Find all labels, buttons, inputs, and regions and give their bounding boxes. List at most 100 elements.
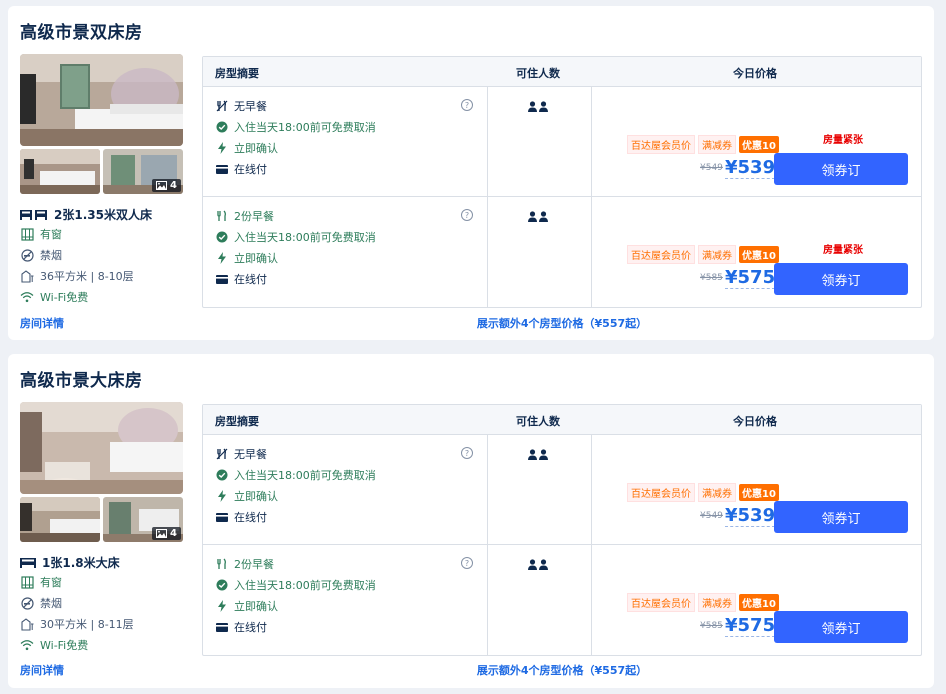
confirm-label: 立即确认 — [234, 252, 278, 265]
no-smoking-icon — [20, 248, 34, 262]
room-detail-link[interactable]: 房间详情 — [20, 662, 64, 678]
book-button[interactable]: 领券订 — [774, 501, 908, 533]
amenity-smoking: 禁烟 — [20, 595, 62, 611]
payment-type: 在线付 — [215, 509, 267, 525]
coupon-tag: 满减券 — [698, 135, 736, 154]
instant-confirm: 立即确认 — [215, 140, 278, 156]
original-price: ¥585 — [700, 273, 723, 283]
amenity-wifi: Wi-Fi免费 — [20, 289, 88, 305]
person-icon — [528, 449, 548, 460]
amenity-window: 有窗 — [20, 226, 62, 242]
cancel-policy: 入住当天18:00前可免费取消 — [215, 229, 376, 245]
book-button[interactable]: 领券订 — [774, 153, 908, 185]
rate-row: 2份早餐 入住当天18:00前可免费取消 立即确认 在线付 ? 百达屋会员价 满… — [203, 545, 921, 655]
bed-label: 2张1.35米双人床 — [54, 208, 152, 222]
guest-count — [528, 211, 548, 222]
payment-type: 在线付 — [215, 161, 267, 177]
card-icon — [215, 163, 228, 176]
cancel-label: 入住当天18:00前可免费取消 — [234, 469, 376, 482]
more-rates-link[interactable]: 展示额外4个房型价格（¥557起） — [202, 315, 922, 331]
amenity-wifi: Wi-Fi免费 — [20, 637, 88, 653]
meal-info: 无早餐 — [215, 446, 267, 462]
cancel-label: 入住当天18:00前可免费取消 — [234, 231, 376, 244]
price-tags: 百达屋会员价 满减券 优惠10 — [627, 135, 779, 154]
amenity-label: 36平方米 | 8-10层 — [40, 270, 134, 283]
window-icon — [20, 227, 34, 241]
confirm-label: 立即确认 — [234, 142, 278, 155]
no-smoking-icon — [20, 596, 34, 610]
pay-label: 在线付 — [234, 511, 267, 524]
help-icon[interactable]: ? — [461, 209, 473, 221]
price-tags: 百达屋会员价 满减券 优惠10 — [627, 593, 779, 612]
bed-info: 1张1.8米大床 — [20, 554, 120, 571]
amenity-window: 有窗 — [20, 574, 62, 590]
amenity-label: 有窗 — [40, 228, 62, 241]
amenity-area: 36平方米 | 8-10层 — [20, 268, 134, 284]
header-guests: 可住人数 — [516, 415, 560, 428]
lightning-icon — [215, 490, 228, 503]
rate-table: 房型摘要 可住人数 今日价格 无早餐 入住当天18:00前可免费取消 立即确认 … — [202, 404, 922, 656]
payment-type: 在线付 — [215, 619, 267, 635]
meal-label: 无早餐 — [234, 448, 267, 461]
book-button[interactable]: 领券订 — [774, 611, 908, 643]
amenity-area: 30平方米 | 8-11层 — [20, 616, 134, 632]
lightning-icon — [215, 600, 228, 613]
header-summary: 房型摘要 — [215, 415, 259, 428]
rate-row: 无早餐 入住当天18:00前可免费取消 立即确认 在线付 ? 百达屋会员价 满减… — [203, 87, 921, 197]
header-price: 今日价格 — [733, 67, 777, 80]
card-icon — [215, 621, 228, 634]
pay-label: 在线付 — [234, 273, 267, 286]
help-icon[interactable]: ? — [461, 99, 473, 111]
lightning-icon — [215, 252, 228, 265]
book-button[interactable]: 领券订 — [774, 263, 908, 295]
room-photo-thumb[interactable] — [20, 149, 100, 194]
twin-bed-icon — [20, 209, 47, 220]
current-price[interactable]: ¥575 — [725, 616, 776, 637]
room-photo-main[interactable] — [20, 54, 183, 146]
current-price[interactable]: ¥539 — [725, 158, 776, 179]
room-title: 高级市景大床房 — [20, 371, 143, 391]
guest-count — [528, 101, 548, 112]
check-circle-icon — [215, 231, 228, 244]
no-meal-icon — [215, 100, 228, 113]
meal-info: 2份早餐 — [215, 208, 274, 224]
meal-info: 2份早餐 — [215, 556, 274, 572]
room-detail-link[interactable]: 房间详情 — [20, 315, 64, 331]
scarcity-label: 房量紧张 — [823, 245, 863, 256]
cancel-policy: 入住当天18:00前可免费取消 — [215, 577, 376, 593]
photo-count-badge: 4 — [152, 179, 181, 192]
card-icon — [215, 273, 228, 286]
room-photo-thumb[interactable]: 4 — [103, 497, 183, 542]
rate-table: 房型摘要 可住人数 今日价格 无早餐 入住当天18:00前可免费取消 立即确认 … — [202, 56, 922, 308]
coupon-tag: 满减券 — [698, 593, 736, 612]
image-icon — [156, 181, 168, 190]
guest-count — [528, 559, 548, 570]
help-icon[interactable]: ? — [461, 557, 473, 569]
card-icon — [215, 511, 228, 524]
current-price[interactable]: ¥575 — [725, 268, 776, 289]
meal-icon — [215, 558, 228, 571]
current-price[interactable]: ¥539 — [725, 506, 776, 527]
wifi-icon — [20, 638, 34, 652]
amenity-smoking: 禁烟 — [20, 247, 62, 263]
more-rates-link[interactable]: 展示额外4个房型价格（¥557起） — [202, 662, 922, 678]
cancel-policy: 入住当天18:00前可免费取消 — [215, 467, 376, 483]
coupon-tag: 满减券 — [698, 483, 736, 502]
header-guests: 可住人数 — [516, 67, 560, 80]
instant-confirm: 立即确认 — [215, 488, 278, 504]
bed-info: 2张1.35米双人床 — [20, 206, 152, 223]
cancel-policy: 入住当天18:00前可免费取消 — [215, 119, 376, 135]
scarcity-label: 房量紧张 — [823, 135, 863, 146]
area-icon — [20, 617, 34, 631]
check-circle-icon — [215, 469, 228, 482]
photo-count-badge: 4 — [152, 527, 181, 540]
room-photo-main[interactable] — [20, 402, 183, 494]
room-photo-thumb[interactable]: 4 — [103, 149, 183, 194]
rate-table-header: 房型摘要 可住人数 今日价格 — [203, 405, 921, 435]
lightning-icon — [215, 142, 228, 155]
amenity-label: Wi-Fi免费 — [40, 291, 89, 304]
help-icon[interactable]: ? — [461, 447, 473, 459]
room-photo-thumb[interactable] — [20, 497, 100, 542]
discount-tag: 优惠10 — [739, 594, 779, 611]
discount-tag: 优惠10 — [739, 246, 779, 263]
